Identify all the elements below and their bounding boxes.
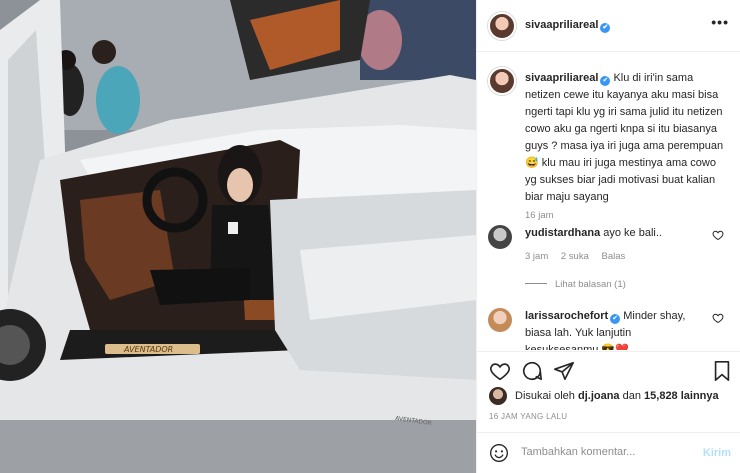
liker-avatar[interactable] [489, 387, 507, 405]
heart-outline-icon[interactable] [712, 229, 724, 241]
commenter-avatar[interactable] [488, 225, 512, 249]
comment-username[interactable]: yudistardhana [525, 227, 600, 239]
verified-badge-icon: ✔ [610, 314, 621, 324]
view-replies-label: Lihat balasan (1) [555, 279, 626, 290]
lamborghini-photo: AVENTADOR AVENTADOR [0, 0, 476, 473]
replies-divider [525, 283, 547, 284]
add-comment-bar: Kirim [477, 432, 740, 473]
emoji-icon[interactable] [489, 443, 509, 463]
commenter-avatar[interactable] [488, 308, 512, 332]
comment-input[interactable] [521, 446, 691, 458]
comments-section: sivaapriliareal ✔ Klu di iri'in sama neti… [477, 53, 740, 350]
first-liker-username[interactable]: dj.joana [578, 390, 620, 402]
likes-prefix: Disukai oleh [515, 390, 575, 402]
comment-likes[interactable]: 2 suka [561, 251, 589, 262]
verified-badge-icon: ✔ [600, 76, 611, 86]
caption-text: Klu di iri'in sama netizen cewe itu kaya… [525, 72, 724, 203]
caption-username[interactable]: sivaapriliareal [525, 72, 598, 84]
send-comment-button[interactable]: Kirim [703, 447, 731, 459]
post-side-panel: sivaapriliareal ✔ ••• sivaapriliareal ✔ Kl… [476, 0, 740, 473]
comment-text-block: yudistardhana ayo ke bali.. [525, 225, 705, 242]
author-avatar[interactable] [488, 12, 516, 40]
caption-time[interactable]: 16 jam [525, 210, 554, 221]
comment-time[interactable]: 3 jam [525, 251, 548, 262]
post-action-bar [477, 351, 740, 383]
comment-meta: 3 jam 2 suka Balas [525, 251, 635, 262]
view-replies-button[interactable]: Lihat balasan (1) [525, 279, 626, 290]
like-heart-icon[interactable] [489, 360, 511, 382]
caption-author-avatar[interactable] [488, 67, 516, 95]
caption-text-block: sivaapriliareal ✔ Klu di iri'in sama neti… [525, 70, 728, 206]
heart-outline-icon[interactable] [712, 312, 724, 324]
comment-text-block: larissarochefort ✔ Minder shay, biasa lah… [525, 308, 705, 350]
post-header: sivaapriliareal ✔ ••• [477, 0, 740, 52]
comment-bubble-icon[interactable] [521, 360, 543, 382]
bookmark-icon[interactable] [711, 360, 733, 382]
comment-username[interactable]: larissarochefort [525, 310, 608, 322]
post-timestamp[interactable]: 16 JAM YANG LALU [489, 412, 567, 421]
author-username-row: sivaapriliareal ✔ [525, 19, 611, 33]
reply-button[interactable]: Balas [602, 251, 626, 262]
likes-summary: Disukai oleh dj.joana dan 15,828 lainnya [489, 385, 734, 407]
likes-count-link[interactable]: 15,828 lainnya [644, 390, 719, 402]
door-sill-text: AVENTADOR [123, 345, 173, 354]
post-image[interactable]: AVENTADOR AVENTADOR [0, 0, 476, 473]
verified-badge-icon: ✔ [600, 23, 611, 33]
share-send-icon[interactable] [553, 360, 575, 382]
author-username[interactable]: sivaapriliareal [525, 19, 598, 31]
comment-text: ayo ke bali.. [603, 227, 662, 239]
likes-text: Disukai oleh dj.joana dan 15,828 lainnya [515, 390, 719, 402]
likes-connector: dan [622, 390, 641, 402]
more-horizontal-icon[interactable]: ••• [711, 14, 729, 30]
